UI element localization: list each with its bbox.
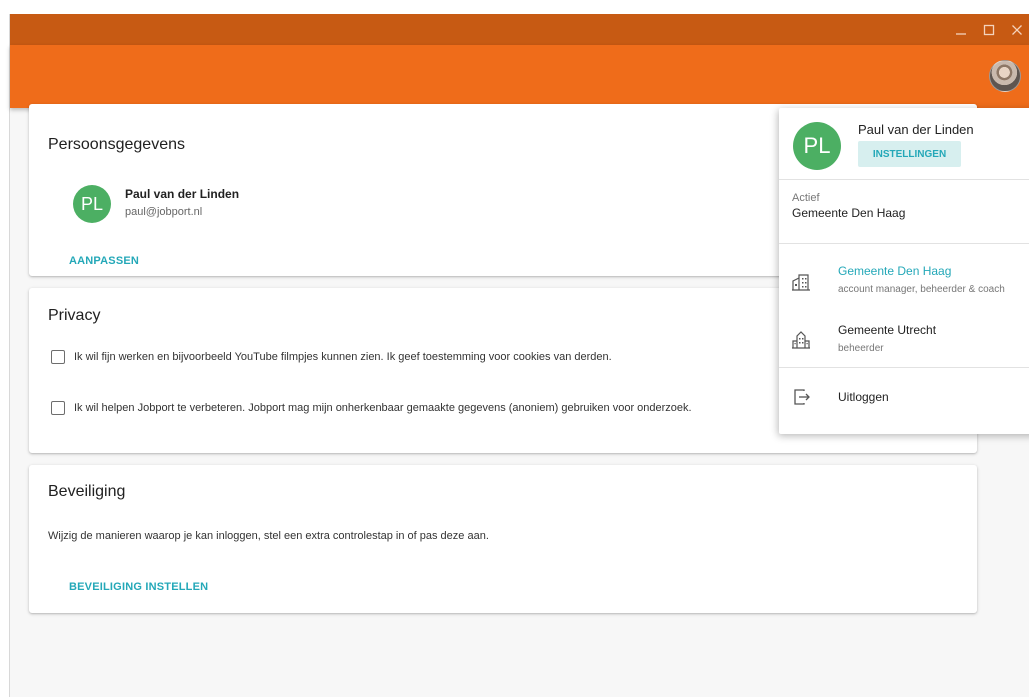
org-roles-den-haag: account manager, beheerder & coach [838, 284, 1005, 295]
personal-data-title: Persoonsgegevens [48, 136, 185, 153]
window-controls [945, 14, 1029, 45]
privacy-title: Privacy [48, 307, 101, 324]
cookie-consent-option[interactable]: Ik wil fijn werken en bijvoorbeeld YouTu… [51, 350, 612, 364]
app-bar [10, 45, 1029, 108]
edit-profile-button[interactable]: AANPASSEN [69, 255, 139, 267]
profile-email: paul@jobport.nl [125, 206, 203, 218]
profile-avatar: PL [73, 185, 111, 223]
org-item-utrecht[interactable]: Gemeente Utrecht beheerder [779, 313, 1029, 365]
menu-user-name: Paul van der Linden [858, 122, 974, 137]
cookie-consent-checkbox[interactable] [51, 350, 65, 364]
menu-avatar: PL [793, 122, 841, 170]
security-settings-button[interactable]: BEVEILIGING INSTELLEN [69, 581, 208, 593]
account-menu: PL Paul van der Linden INSTELLINGEN Acti… [779, 108, 1029, 434]
org-name-utrecht: Gemeente Utrecht [838, 323, 937, 337]
maximize-button[interactable] [977, 18, 1001, 42]
security-title: Beveiliging [48, 483, 126, 500]
settings-button[interactable]: INSTELLINGEN [858, 141, 961, 167]
profile-name: Paul van der Linden [125, 187, 240, 201]
org-name-den-haag: Gemeente Den Haag [838, 264, 952, 278]
user-avatar-button[interactable] [989, 60, 1021, 92]
title-bar [10, 14, 1029, 45]
logout-label: Uitloggen [838, 390, 889, 404]
research-consent-label: Ik wil helpen Jobport te verbeteren. Job… [74, 402, 692, 414]
close-button[interactable] [1005, 18, 1029, 42]
org-item-den-haag[interactable]: Gemeente Den Haag account manager, behee… [779, 254, 1029, 306]
office-building-icon [792, 274, 810, 291]
research-consent-option[interactable]: Ik wil helpen Jobport te verbeteren. Job… [51, 401, 692, 415]
minimize-icon [956, 32, 966, 35]
cookie-consent-label: Ik wil fijn werken en bijvoorbeeld YouTu… [74, 351, 612, 363]
org-roles-utrecht: beheerder [838, 343, 884, 354]
minimize-button[interactable] [949, 18, 973, 42]
maximize-icon [983, 24, 995, 35]
logout-button[interactable]: Uitloggen [779, 378, 1029, 416]
logout-icon [794, 389, 810, 405]
active-org: Gemeente Den Haag [792, 206, 906, 220]
menu-divider [779, 243, 1029, 244]
menu-divider [779, 367, 1029, 368]
research-consent-checkbox[interactable] [51, 401, 65, 415]
active-label: Actief [792, 192, 820, 204]
menu-divider [779, 179, 1029, 180]
city-building-icon [792, 331, 810, 349]
close-icon [1012, 24, 1022, 35]
security-description: Wijzig de manieren waarop je kan inlogge… [48, 530, 489, 542]
security-card: Beveiliging Wijzig de manieren waarop je… [29, 465, 977, 613]
